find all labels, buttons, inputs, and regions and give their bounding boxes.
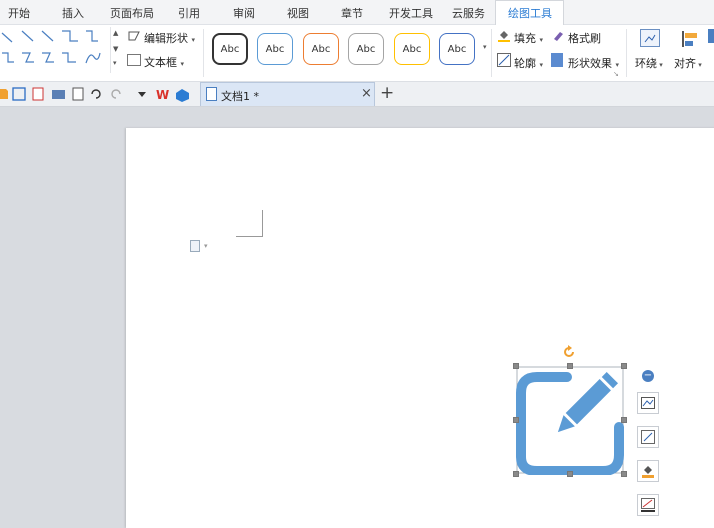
menu-drawing-tools[interactable]: 绘图工具 bbox=[508, 5, 552, 21]
print-preview-icon bbox=[72, 87, 84, 101]
outline-float-button[interactable] bbox=[637, 494, 659, 516]
paste-options-dropdown-icon[interactable]: ▾ bbox=[204, 242, 208, 250]
menu-bar: 开始 插入 页面布局 引用 审阅 视图 章节 开发工具 云服务 绘图工具 bbox=[0, 0, 714, 26]
menu-page-layout[interactable]: 页面布局 bbox=[110, 5, 154, 21]
menu-section[interactable]: 章节 bbox=[341, 5, 363, 21]
edit-shape-float-icon bbox=[641, 430, 655, 444]
resize-handle-ne[interactable] bbox=[621, 363, 627, 369]
resize-handle-w[interactable] bbox=[513, 417, 519, 423]
resize-handle-sw[interactable] bbox=[513, 471, 519, 477]
quick-access-icons: W bbox=[0, 87, 189, 102]
print-icon bbox=[52, 90, 65, 99]
ribbon: ▲ ▼ ▾ 编辑形状 ▾ 文本框 ▾ Abc Abc Abc Abc Abc A… bbox=[0, 25, 714, 82]
outline-icon bbox=[497, 53, 511, 67]
fill-label: 填充 bbox=[514, 32, 536, 45]
align-label: 对齐 bbox=[674, 57, 696, 70]
shape-style-4[interactable]: Abc bbox=[348, 33, 384, 65]
edit-pencil-shape-icon[interactable] bbox=[515, 365, 625, 475]
paste-options-icon[interactable] bbox=[190, 240, 200, 252]
document-icon bbox=[206, 87, 217, 101]
resize-handle-nw[interactable] bbox=[513, 363, 519, 369]
redo-icon bbox=[111, 89, 121, 99]
outline-float-icon bbox=[641, 498, 655, 512]
separator bbox=[203, 29, 204, 77]
open-folder-icon bbox=[0, 89, 8, 99]
customize-dropdown-icon bbox=[138, 92, 146, 97]
resize-handle-s[interactable] bbox=[567, 471, 573, 477]
layout-options-button[interactable] bbox=[637, 392, 659, 414]
fill-button[interactable]: 填充 ▾ bbox=[514, 30, 543, 46]
menu-cloud[interactable]: 云服务 bbox=[452, 5, 485, 21]
export-pdf-icon bbox=[32, 87, 44, 101]
edit-shape-icon bbox=[127, 29, 141, 43]
shape-style-6[interactable]: Abc bbox=[439, 33, 475, 65]
quick-toolbar: W 文档1 * × + bbox=[0, 82, 714, 107]
shape-effect-button[interactable]: 形状效果 ▾ bbox=[568, 55, 619, 71]
document-tab-title: 文档1 * bbox=[221, 90, 259, 103]
menu-home[interactable]: 开始 bbox=[8, 5, 30, 21]
separator bbox=[491, 29, 492, 77]
shape-style-5[interactable]: Abc bbox=[394, 33, 430, 65]
more-icon bbox=[708, 29, 714, 43]
resize-handle-e[interactable] bbox=[621, 417, 627, 423]
text-box-label: 文本框 bbox=[144, 56, 177, 69]
shape-style-1[interactable]: Abc bbox=[212, 33, 248, 65]
resize-handle-se[interactable] bbox=[621, 471, 627, 477]
fill-float-button[interactable] bbox=[637, 460, 659, 482]
undo-icon bbox=[91, 89, 101, 99]
shape-effect-icon bbox=[551, 53, 563, 67]
shape-effect-label: 形状效果 bbox=[568, 57, 612, 70]
wrap-icon bbox=[640, 29, 660, 47]
menu-review[interactable]: 审阅 bbox=[233, 5, 255, 21]
text-box-icon bbox=[127, 54, 141, 66]
menu-developer[interactable]: 开发工具 bbox=[389, 5, 433, 21]
format-brush-button[interactable]: 格式刷 bbox=[568, 30, 601, 46]
edit-shape-label: 编辑形状 bbox=[144, 32, 188, 45]
menu-references[interactable]: 引用 bbox=[178, 5, 200, 21]
outline-label: 轮廓 bbox=[514, 57, 536, 70]
plus-icon[interactable]: + bbox=[380, 83, 394, 103]
menu-view[interactable]: 视图 bbox=[287, 5, 309, 21]
outline-button[interactable]: 轮廓 ▾ bbox=[514, 55, 543, 71]
text-box-button[interactable]: 文本框 ▾ bbox=[144, 54, 184, 70]
collapse-icon[interactable]: − bbox=[642, 370, 654, 382]
separator bbox=[626, 29, 627, 77]
wrap-button[interactable]: 环绕 ▾ bbox=[635, 55, 663, 71]
wps-logo-icon: W bbox=[156, 88, 169, 102]
shape-edit-float-button[interactable] bbox=[637, 426, 659, 448]
gallery-scroll[interactable]: ▲ ▼ ▾ bbox=[110, 27, 121, 73]
fill-bucket-icon bbox=[497, 28, 511, 42]
cloud-cube-icon bbox=[176, 89, 189, 102]
fill-float-icon bbox=[642, 466, 654, 478]
shape-style-3[interactable]: Abc bbox=[303, 33, 339, 65]
edit-shape-button[interactable]: 编辑形状 ▾ bbox=[144, 30, 195, 46]
menu-insert[interactable]: 插入 bbox=[62, 5, 84, 21]
wrap-layout-icon bbox=[641, 397, 655, 409]
wrap-label: 环绕 bbox=[635, 57, 657, 70]
shape-style-2[interactable]: Abc bbox=[257, 33, 293, 65]
dialog-launcher-icon[interactable]: ↘ bbox=[613, 70, 619, 78]
document-tab[interactable]: 文档1 * × bbox=[200, 82, 375, 106]
align-button[interactable]: 对齐 ▾ bbox=[674, 55, 702, 71]
resize-handle-n[interactable] bbox=[567, 363, 573, 369]
margin-marker bbox=[236, 210, 263, 237]
document-page[interactable]: ▾ − bbox=[126, 128, 714, 528]
selected-shape[interactable] bbox=[513, 345, 627, 477]
align-icon bbox=[680, 29, 698, 49]
line-shapes-gallery[interactable] bbox=[0, 27, 108, 71]
format-brush-icon bbox=[551, 28, 565, 42]
save-icon bbox=[12, 87, 26, 101]
rotate-handle-icon[interactable] bbox=[562, 345, 576, 359]
close-icon[interactable]: × bbox=[361, 86, 372, 101]
styles-more-icon[interactable]: ▾ bbox=[483, 43, 487, 51]
